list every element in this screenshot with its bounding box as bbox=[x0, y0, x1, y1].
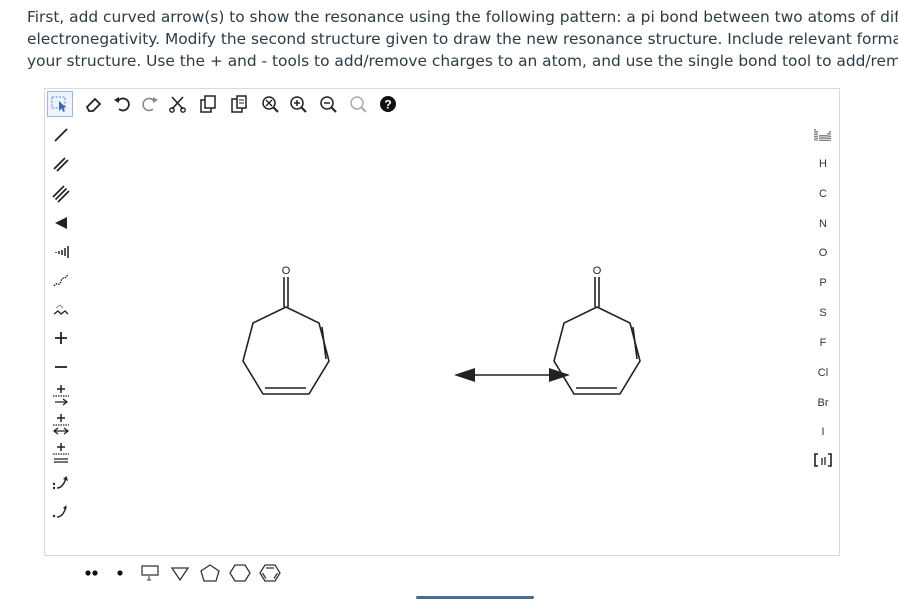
help-icon[interactable]: ? bbox=[377, 93, 399, 115]
structures-svg: O O bbox=[242, 265, 641, 395]
electron-pair-arrow-icon[interactable] bbox=[49, 470, 73, 494]
single-electron-arrow-icon[interactable] bbox=[49, 499, 73, 523]
cyclopropane-icon[interactable] bbox=[138, 561, 162, 585]
add-plus-radical-icon[interactable] bbox=[49, 383, 73, 409]
clear-icon[interactable] bbox=[259, 93, 281, 115]
add-plus-double-icon[interactable] bbox=[49, 441, 73, 467]
bracket-icon[interactable] bbox=[811, 448, 835, 472]
cyclopentane-icon[interactable] bbox=[198, 561, 222, 585]
element-toolbar: H C N O P S F Cl Br I bbox=[807, 119, 839, 556]
select-lasso-icon[interactable] bbox=[47, 91, 73, 117]
eraser-icon[interactable] bbox=[83, 93, 105, 115]
structure-editor: ? O O H C N O P S F Cl Br I bbox=[44, 88, 840, 556]
element-n[interactable]: N bbox=[807, 213, 839, 235]
wedge-bond-icon[interactable] bbox=[49, 210, 73, 234]
question-instructions: First, add curved arrow(s) to show the r… bbox=[27, 6, 898, 72]
cyclohexane-icon[interactable] bbox=[228, 561, 252, 585]
cyclobutane-icon[interactable] bbox=[168, 561, 192, 585]
instruction-line-1: First, add curved arrow(s) to show the r… bbox=[27, 8, 898, 26]
triple-bond-icon[interactable] bbox=[49, 181, 73, 205]
left-toolbar bbox=[45, 119, 77, 556]
element-i[interactable]: I bbox=[807, 421, 839, 443]
paste-icon[interactable] bbox=[228, 93, 250, 115]
element-h[interactable]: H bbox=[807, 153, 839, 175]
element-cl[interactable]: Cl bbox=[807, 362, 839, 384]
top-toolbar: ? bbox=[45, 89, 841, 119]
left-oxygen-label[interactable]: O bbox=[282, 265, 291, 277]
right-oxygen-label[interactable]: O bbox=[593, 265, 602, 277]
double-bond-icon[interactable] bbox=[49, 152, 73, 176]
instruction-line-3: your structure. Use the + and - tools to… bbox=[27, 52, 898, 70]
bottom-toolbar bbox=[44, 558, 840, 588]
resonance-arrow bbox=[454, 368, 570, 382]
plus-charge-icon[interactable] bbox=[49, 326, 73, 350]
hash-bond-icon[interactable] bbox=[49, 239, 73, 263]
copy-icon[interactable] bbox=[197, 93, 219, 115]
zoom-fit-icon[interactable] bbox=[347, 93, 369, 115]
benzene-icon[interactable] bbox=[258, 561, 282, 585]
cut-icon[interactable] bbox=[167, 93, 189, 115]
instruction-line-2: electronegativity. Modify the second str… bbox=[27, 30, 898, 48]
drawing-canvas[interactable]: O O bbox=[77, 119, 809, 556]
left-structure[interactable]: O bbox=[242, 265, 330, 395]
zoom-in-icon[interactable] bbox=[287, 93, 309, 115]
element-c[interactable]: C bbox=[807, 183, 839, 205]
element-br[interactable]: Br bbox=[807, 392, 839, 414]
element-p[interactable]: P bbox=[807, 272, 839, 294]
chain-icon[interactable] bbox=[49, 297, 73, 321]
element-o[interactable]: O bbox=[807, 242, 839, 264]
undo-icon[interactable] bbox=[111, 93, 133, 115]
wavy-bond-icon[interactable] bbox=[49, 268, 73, 292]
lone-pair-icon[interactable] bbox=[82, 563, 102, 583]
single-bond-icon[interactable] bbox=[49, 123, 73, 147]
redo-icon[interactable] bbox=[139, 93, 161, 115]
zoom-out-icon[interactable] bbox=[317, 93, 339, 115]
svg-text:?: ? bbox=[384, 98, 391, 112]
radical-icon[interactable] bbox=[110, 563, 130, 583]
element-s[interactable]: S bbox=[807, 302, 839, 324]
add-plus-lone-icon[interactable] bbox=[49, 412, 73, 438]
element-f[interactable]: F bbox=[807, 332, 839, 354]
periodic-table-icon[interactable] bbox=[811, 123, 835, 147]
minus-charge-icon[interactable] bbox=[49, 355, 73, 379]
